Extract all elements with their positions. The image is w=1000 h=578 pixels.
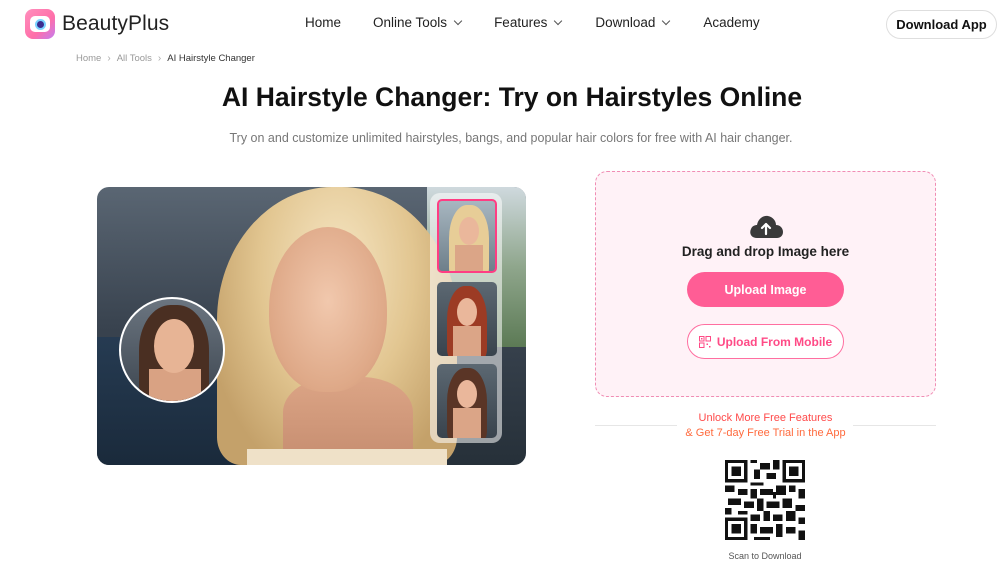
promo-line-1: Unlock More Free Features [698, 412, 833, 424]
download-qr-code [725, 460, 805, 540]
upload-image-button[interactable]: Upload Image [687, 272, 844, 307]
style-thumbnail-blonde [437, 199, 497, 273]
cloud-upload-icon [750, 215, 783, 238]
breadcrumb-home[interactable]: Home [76, 53, 101, 64]
breadcrumb-current: AI Hairstyle Changer [167, 53, 255, 64]
chevron-down-icon [554, 16, 563, 26]
qr-caption: Scan to Download [728, 551, 802, 561]
app-promo-text: Unlock More Free Features & Get 7-day Fr… [595, 411, 936, 440]
camera-logo-icon [25, 9, 55, 39]
drop-instructions: Drag and drop Image here [681, 244, 850, 259]
breadcrumb: Home › All Tools › AI Hairstyle Changer [76, 53, 255, 64]
page-subtitle: Try on and customize unlimited hairstyle… [229, 131, 793, 145]
nav-download[interactable]: Download [595, 15, 671, 30]
upload-from-mobile-button[interactable]: Upload From Mobile [687, 324, 844, 359]
chevron-right-icon: › [157, 53, 162, 64]
style-thumbnail-red [437, 282, 497, 356]
brand-name: BeautyPlus [62, 12, 170, 35]
page-title: AI Hairstyle Changer: Try on Hairstyles … [221, 82, 803, 112]
qr-code-icon [698, 335, 711, 348]
chevron-down-icon [453, 16, 463, 26]
brand-logo[interactable]: BeautyPlus [25, 9, 169, 39]
chevron-down-icon [662, 16, 671, 26]
before-photo-circle [119, 297, 225, 403]
nav-academy[interactable]: Academy [703, 15, 759, 30]
nav-home[interactable]: Home [305, 15, 341, 30]
hairstyle-demo-image [97, 187, 526, 465]
breadcrumb-all-tools[interactable]: All Tools [117, 53, 152, 64]
promo-line-2: & Get 7-day Free Trial in the App [685, 426, 846, 439]
style-thumbnail-brunette [437, 364, 497, 438]
main-nav: Home Online Tools Features Download Acad… [305, 15, 760, 30]
chevron-right-icon: › [107, 53, 111, 64]
site-header: BeautyPlus Home Online Tools Features Do… [0, 0, 1000, 48]
upload-dropzone[interactable]: Drag and drop Image here Upload Image Up… [595, 171, 936, 397]
upload-from-mobile-label: Upload From Mobile [716, 334, 833, 349]
nav-features[interactable]: Features [494, 15, 563, 30]
nav-online-tools[interactable]: Online Tools [373, 15, 463, 30]
download-app-button[interactable]: Download App [886, 10, 997, 39]
